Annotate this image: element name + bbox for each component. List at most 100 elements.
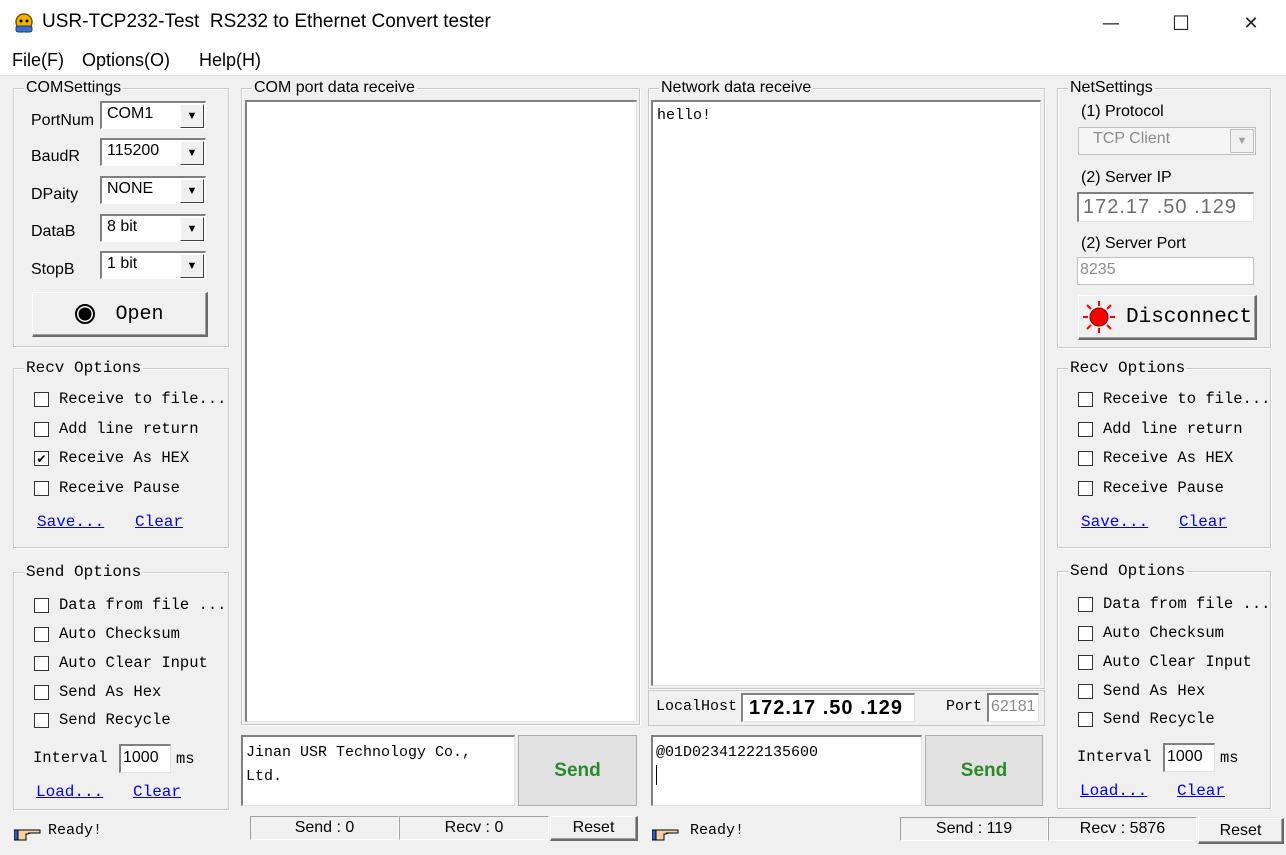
right-receive-as-hex-checkbox[interactable] bbox=[1078, 451, 1093, 466]
right-receive-as-hex-label: Receive As HEX bbox=[1103, 449, 1234, 467]
right-save-link[interactable]: Save... bbox=[1081, 513, 1148, 531]
close-button[interactable]: ✕ bbox=[1216, 0, 1286, 46]
right-reset-button[interactable]: Reset bbox=[1198, 818, 1284, 844]
left-receive-to-file-label: Receive to file... bbox=[59, 390, 227, 408]
chevron-down-icon: ▼ bbox=[180, 141, 204, 165]
right-receive-pause-checkbox[interactable] bbox=[1078, 481, 1093, 496]
chevron-down-icon: ▼ bbox=[180, 179, 204, 203]
port-label: Port bbox=[946, 698, 983, 715]
left-auto-checksum-checkbox[interactable] bbox=[34, 627, 49, 642]
dpaity-select[interactable]: NONE ▼ bbox=[100, 176, 206, 204]
right-load-link[interactable]: Load... bbox=[1080, 782, 1147, 800]
server-ip-label: (2) Server IP bbox=[1081, 169, 1172, 186]
left-interval-unit: ms bbox=[176, 750, 195, 768]
left-status-ready: Ready! bbox=[48, 822, 103, 839]
window-title: USR-TCP232-Test RS232 to Ethernet Conver… bbox=[42, 11, 491, 32]
portnum-value: COM1 bbox=[107, 105, 154, 122]
left-send-as-hex-checkbox[interactable] bbox=[34, 685, 49, 700]
menu-help[interactable]: Help(H) bbox=[199, 50, 261, 71]
com-receive-textarea[interactable] bbox=[245, 100, 637, 722]
server-port-label: (2) Server Port bbox=[1081, 235, 1186, 252]
portnum-label: PortNum bbox=[31, 112, 95, 129]
chevron-down-icon: ▼ bbox=[1230, 129, 1254, 153]
protocol-label: (1) Protocol bbox=[1081, 103, 1164, 120]
maximize-button[interactable]: ☐ bbox=[1146, 0, 1216, 46]
left-recv-options-title: Recv Options bbox=[24, 358, 144, 378]
com-send-button[interactable]: Send bbox=[518, 735, 637, 806]
stopb-select[interactable]: 1 bit ▼ bbox=[100, 251, 206, 279]
usr-app-icon bbox=[15, 13, 33, 33]
com-send-input[interactable]: Jinan USR Technology Co., Ltd. bbox=[241, 735, 515, 806]
pointing-hand-icon bbox=[652, 829, 679, 841]
baudr-value: 115200 bbox=[107, 142, 160, 159]
open-button-label: Open bbox=[115, 302, 164, 326]
right-interval-unit: ms bbox=[1220, 749, 1239, 767]
left-interval-input[interactable]: 1000 bbox=[119, 744, 171, 773]
left-receive-pause-checkbox[interactable] bbox=[34, 481, 49, 496]
menu-file[interactable]: File(F) bbox=[12, 50, 64, 71]
chevron-down-icon: ▼ bbox=[180, 217, 204, 241]
server-ip-field[interactable]: 172.17 .50 .129 bbox=[1077, 192, 1254, 222]
left-auto-clear-input-checkbox[interactable] bbox=[34, 656, 49, 671]
right-send-clear-link[interactable]: Clear bbox=[1177, 782, 1225, 800]
left-save-link[interactable]: Save... bbox=[37, 513, 104, 531]
baudr-label: BaudR bbox=[31, 148, 80, 165]
disconnect-status-icon bbox=[1082, 301, 1115, 333]
left-auto-clear-input-label: Auto Clear Input bbox=[59, 654, 208, 672]
left-data-from-file-label: Data from file ... bbox=[59, 596, 227, 614]
net-receive-textarea[interactable]: hello! bbox=[651, 100, 1041, 686]
net-send-input-text: @01D02341222135600 bbox=[656, 744, 819, 761]
net-receive-title: Network data receive bbox=[659, 78, 814, 98]
right-send-recycle-label: Send Recycle bbox=[1103, 710, 1215, 728]
com-settings-title: COMSettings bbox=[24, 78, 124, 98]
left-receive-as-hex-checkbox[interactable]: ✔ bbox=[34, 451, 49, 466]
disconnect-button-label: Disconnect bbox=[1125, 305, 1253, 329]
left-receive-as-hex-label: Receive As HEX bbox=[59, 449, 190, 467]
right-send-as-hex-label: Send As Hex bbox=[1103, 682, 1206, 700]
right-send-as-hex-checkbox[interactable] bbox=[1078, 684, 1093, 699]
menu-bar: File(F) Options(O) Help(H) bbox=[0, 46, 1286, 76]
baudr-select[interactable]: 115200 ▼ bbox=[100, 138, 206, 166]
left-send-recycle-label: Send Recycle bbox=[59, 711, 171, 729]
right-send-options-title: Send Options bbox=[1068, 561, 1188, 581]
right-auto-clear-input-checkbox[interactable] bbox=[1078, 655, 1093, 670]
left-send-recycle-checkbox[interactable] bbox=[34, 713, 49, 728]
portnum-select[interactable]: COM1 ▼ bbox=[100, 101, 206, 129]
left-data-from-file-checkbox[interactable] bbox=[34, 598, 49, 613]
disconnect-button[interactable]: Disconnect bbox=[1078, 295, 1257, 340]
left-reset-button[interactable]: Reset bbox=[550, 816, 638, 841]
right-auto-checksum-checkbox[interactable] bbox=[1078, 626, 1093, 641]
net-send-button[interactable]: Send bbox=[925, 735, 1043, 806]
right-interval-input[interactable]: 1000 bbox=[1163, 743, 1215, 772]
protocol-select[interactable]: TCP Client ▼ bbox=[1078, 127, 1256, 155]
record-icon bbox=[75, 304, 96, 324]
right-send-count: Send : 119 bbox=[900, 817, 1048, 841]
left-receive-to-file-checkbox[interactable] bbox=[34, 392, 49, 407]
title-bar[interactable]: USR-TCP232-Test RS232 to Ethernet Conver… bbox=[0, 0, 1286, 46]
menu-options[interactable]: Options(O) bbox=[82, 50, 170, 71]
localhost-ip-field[interactable]: 172.17 .50 .129 bbox=[741, 693, 915, 722]
right-auto-clear-input-label: Auto Clear Input bbox=[1103, 653, 1252, 671]
left-load-link[interactable]: Load... bbox=[36, 783, 103, 801]
right-send-recycle-checkbox[interactable] bbox=[1078, 712, 1093, 727]
left-add-line-return-checkbox[interactable] bbox=[34, 422, 49, 437]
datab-select[interactable]: 8 bit ▼ bbox=[100, 214, 206, 242]
right-auto-checksum-label: Auto Checksum bbox=[1103, 624, 1224, 642]
server-port-field[interactable]: 8235 bbox=[1077, 257, 1254, 285]
left-add-line-return-label: Add line return bbox=[59, 420, 199, 438]
net-send-input[interactable]: @01D02341222135600 bbox=[651, 735, 922, 806]
right-add-line-return-checkbox[interactable] bbox=[1078, 422, 1093, 437]
right-data-from-file-checkbox[interactable] bbox=[1078, 597, 1093, 612]
minimize-button[interactable]: — bbox=[1076, 0, 1146, 46]
open-button[interactable]: Open bbox=[32, 292, 208, 337]
left-send-count: Send : 0 bbox=[250, 816, 399, 840]
datab-value: 8 bit bbox=[107, 218, 138, 235]
left-recv-clear-link[interactable]: Clear bbox=[135, 513, 183, 531]
right-recv-clear-link[interactable]: Clear bbox=[1179, 513, 1227, 531]
left-send-clear-link[interactable]: Clear bbox=[133, 783, 181, 801]
net-settings-title: NetSettings bbox=[1068, 78, 1155, 98]
right-recv-count: Recv : 5876 bbox=[1048, 817, 1197, 841]
local-port-field[interactable]: 62181 bbox=[987, 693, 1039, 722]
right-receive-to-file-checkbox[interactable] bbox=[1078, 392, 1093, 407]
left-send-as-hex-label: Send As Hex bbox=[59, 683, 162, 701]
